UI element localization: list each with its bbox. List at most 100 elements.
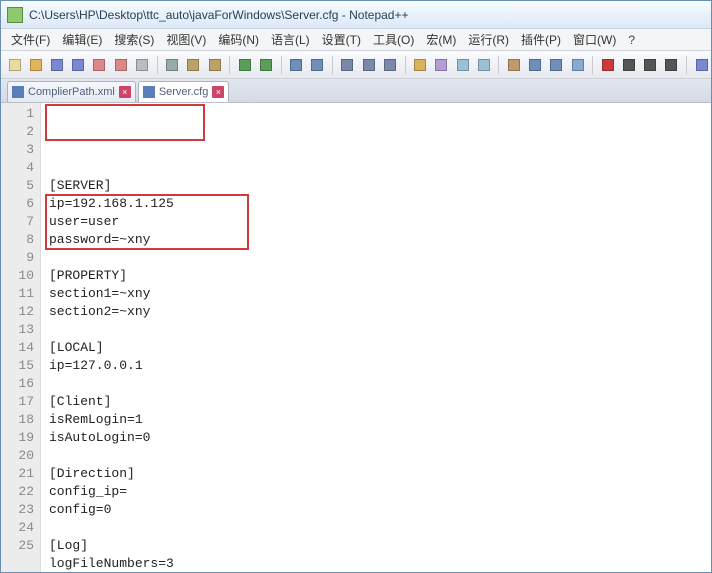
menu-item[interactable]: 编辑(E) bbox=[56, 29, 108, 50]
folder-button[interactable] bbox=[504, 55, 523, 75]
macro-save-icon bbox=[696, 59, 708, 71]
line-number: 4 bbox=[3, 159, 34, 177]
cut-button[interactable] bbox=[162, 55, 181, 75]
replace-icon bbox=[311, 59, 323, 71]
menu-item[interactable]: 运行(R) bbox=[462, 29, 515, 50]
record-icon bbox=[602, 59, 614, 71]
close-tab-icon[interactable]: × bbox=[119, 86, 131, 98]
wrap-button[interactable] bbox=[410, 55, 429, 75]
replace-button[interactable] bbox=[308, 55, 327, 75]
menu-item[interactable]: 视图(V) bbox=[160, 29, 212, 50]
code-line[interactable]: logFileNumbers=3 bbox=[49, 555, 711, 572]
line-number: 20 bbox=[3, 447, 34, 465]
menu-item[interactable]: 插件(P) bbox=[515, 29, 567, 50]
code-line[interactable]: ip=127.0.0.1 bbox=[49, 357, 711, 375]
open-icon bbox=[30, 59, 42, 71]
code-line[interactable]: ip=192.168.1.125 bbox=[49, 195, 711, 213]
find-button[interactable] bbox=[286, 55, 305, 75]
stop-icon bbox=[623, 59, 635, 71]
code-line[interactable]: user=user bbox=[49, 213, 711, 231]
code-line[interactable] bbox=[49, 447, 711, 465]
editor-area: 1234567891011121314151617181920212223242… bbox=[1, 103, 711, 572]
line-number: 14 bbox=[3, 339, 34, 357]
line-number: 10 bbox=[3, 267, 34, 285]
code-line[interactable] bbox=[49, 321, 711, 339]
monitor-button[interactable] bbox=[568, 55, 587, 75]
line-number: 13 bbox=[3, 321, 34, 339]
code-line[interactable]: isAutoLogin=0 bbox=[49, 429, 711, 447]
code-line[interactable]: password=~xny bbox=[49, 231, 711, 249]
play-icon bbox=[644, 59, 656, 71]
code-area[interactable]: [SERVER]ip=192.168.1.125user=userpasswor… bbox=[41, 103, 711, 572]
line-number: 21 bbox=[3, 465, 34, 483]
play-multi-button[interactable] bbox=[662, 55, 681, 75]
menu-item[interactable]: 搜索(S) bbox=[108, 29, 160, 50]
toolbar-separator bbox=[686, 56, 687, 74]
code-line[interactable] bbox=[49, 375, 711, 393]
undo-button[interactable] bbox=[235, 55, 254, 75]
indent-button[interactable] bbox=[453, 55, 472, 75]
file-tab[interactable]: ComplierPath.xml× bbox=[7, 81, 136, 102]
line-number: 19 bbox=[3, 429, 34, 447]
lang-button[interactable] bbox=[474, 55, 493, 75]
tab-strip: ComplierPath.xml×Server.cfg× bbox=[1, 79, 711, 103]
code-line[interactable] bbox=[49, 249, 711, 267]
func-list-icon bbox=[550, 59, 562, 71]
all-chars-button[interactable] bbox=[432, 55, 451, 75]
line-number: 17 bbox=[3, 393, 34, 411]
cut-icon bbox=[166, 59, 178, 71]
code-line[interactable]: section1=~xny bbox=[49, 285, 711, 303]
save-all-button[interactable] bbox=[69, 55, 88, 75]
zoom-out-icon bbox=[363, 59, 375, 71]
menu-item[interactable]: 窗口(W) bbox=[567, 29, 622, 50]
highlight-box-1 bbox=[45, 104, 205, 141]
folder-icon bbox=[508, 59, 520, 71]
print-button[interactable] bbox=[132, 55, 151, 75]
undo-icon bbox=[239, 59, 251, 71]
code-line[interactable]: section2=~xny bbox=[49, 303, 711, 321]
file-tab[interactable]: Server.cfg× bbox=[138, 81, 230, 102]
save-button[interactable] bbox=[47, 55, 66, 75]
code-line[interactable]: [LOCAL] bbox=[49, 339, 711, 357]
menu-item[interactable]: 语言(L) bbox=[265, 29, 316, 50]
menu-item[interactable]: 设置(T) bbox=[316, 29, 367, 50]
copy-button[interactable] bbox=[184, 55, 203, 75]
close-tab-icon[interactable]: × bbox=[212, 86, 224, 98]
new-button[interactable] bbox=[5, 55, 24, 75]
play-button[interactable] bbox=[641, 55, 660, 75]
code-line[interactable]: isRemLogin=1 bbox=[49, 411, 711, 429]
code-line[interactable]: config=0 bbox=[49, 501, 711, 519]
new-icon bbox=[9, 59, 21, 71]
code-line[interactable]: [PROPERTY] bbox=[49, 267, 711, 285]
close-button[interactable] bbox=[90, 55, 109, 75]
save-icon bbox=[51, 59, 63, 71]
menu-item[interactable]: 文件(F) bbox=[5, 29, 56, 50]
line-number: 2 bbox=[3, 123, 34, 141]
open-button[interactable] bbox=[26, 55, 45, 75]
code-line[interactable]: [Direction] bbox=[49, 465, 711, 483]
code-line[interactable]: config_ip= bbox=[49, 483, 711, 501]
code-line[interactable]: [Log] bbox=[49, 537, 711, 555]
line-number: 12 bbox=[3, 303, 34, 321]
macro-save-button[interactable] bbox=[692, 55, 711, 75]
find-icon bbox=[290, 59, 302, 71]
code-line[interactable] bbox=[49, 519, 711, 537]
zoom-out-button[interactable] bbox=[359, 55, 378, 75]
menu-item[interactable]: 工具(O) bbox=[367, 29, 420, 50]
code-line[interactable]: [Client] bbox=[49, 393, 711, 411]
stop-button[interactable] bbox=[619, 55, 638, 75]
func-list-button[interactable] bbox=[547, 55, 566, 75]
menu-item[interactable]: 宏(M) bbox=[420, 29, 462, 50]
fit-button[interactable] bbox=[380, 55, 399, 75]
close-all-button[interactable] bbox=[111, 55, 130, 75]
paste-button[interactable] bbox=[205, 55, 224, 75]
toolbar bbox=[1, 51, 711, 79]
menu-item[interactable]: 编码(N) bbox=[212, 29, 265, 50]
menu-help[interactable]: ? bbox=[622, 33, 641, 47]
record-button[interactable] bbox=[598, 55, 617, 75]
redo-button[interactable] bbox=[256, 55, 275, 75]
zoom-in-button[interactable] bbox=[338, 55, 357, 75]
code-line[interactable]: [SERVER] bbox=[49, 177, 711, 195]
toolbar-separator bbox=[229, 56, 230, 74]
doc-map-button[interactable] bbox=[526, 55, 545, 75]
